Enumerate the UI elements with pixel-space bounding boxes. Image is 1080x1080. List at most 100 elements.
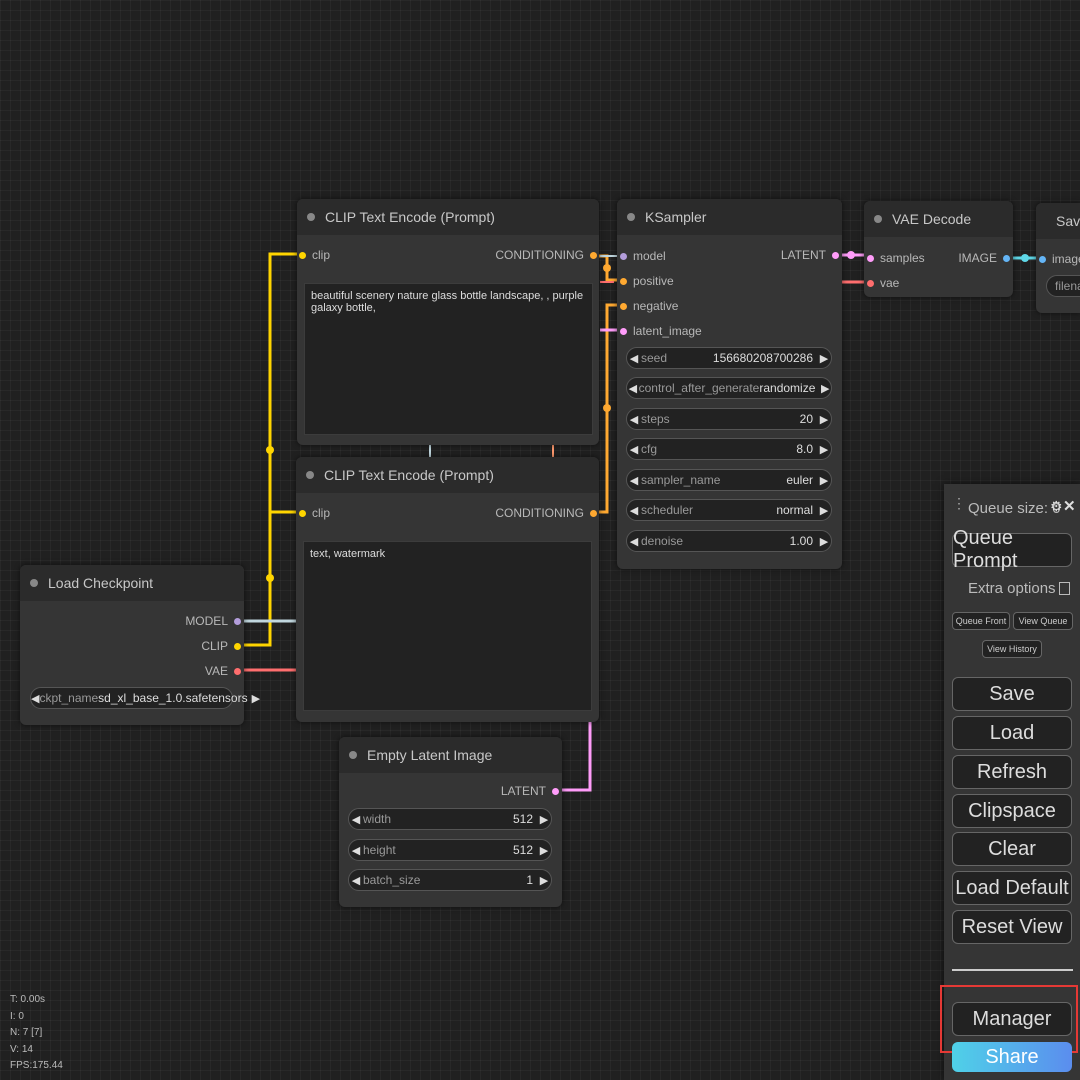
slot-dot[interactable]	[1003, 254, 1010, 262]
view-queue-button[interactable]: View Queue	[1013, 612, 1073, 630]
prompt-textarea[interactable]: text, watermark	[303, 541, 592, 711]
slot-dot[interactable]	[299, 509, 306, 517]
clear-button[interactable]: Clear	[952, 832, 1072, 866]
input-slot-model[interactable]: model	[620, 248, 666, 264]
slot-dot[interactable]	[234, 617, 241, 625]
output-slot-conditioning[interactable]: CONDITIONING	[495, 505, 597, 521]
decrement-arrow-icon[interactable]: ◀	[627, 504, 641, 517]
decrement-arrow-icon[interactable]: ◀	[349, 813, 363, 826]
clip-text-encode-positive-node[interactable]: CLIP Text Encode (Prompt) clip CONDITION…	[297, 199, 599, 445]
widget-height[interactable]: ◀ height 512 ▶	[348, 839, 552, 861]
increment-arrow-icon[interactable]: ▶	[819, 382, 831, 395]
vae-decode-node[interactable]: VAE Decode samples vae IMAGE	[864, 201, 1013, 297]
slot-dot[interactable]	[620, 327, 627, 335]
widget-ckpt-name[interactable]: ◀ ckpt_name sd_xl_base_1.0.safetensors ▶	[30, 687, 260, 709]
reset-view-button[interactable]: Reset View	[952, 910, 1072, 944]
decrement-arrow-icon[interactable]: ◀	[349, 874, 363, 887]
increment-arrow-icon[interactable]: ▶	[817, 474, 831, 487]
input-slot-latent-image[interactable]: latent_image	[620, 323, 702, 339]
increment-arrow-icon[interactable]: ▶	[537, 874, 551, 887]
decrement-arrow-icon[interactable]: ◀	[627, 382, 639, 395]
node-title-bar[interactable]: KSampler	[617, 199, 842, 235]
output-slot-conditioning[interactable]: CONDITIONING	[495, 247, 597, 263]
slot-dot[interactable]	[620, 252, 627, 260]
collapse-dot-icon[interactable]	[306, 471, 314, 479]
input-slot-images[interactable]: images	[1039, 251, 1080, 267]
collapse-dot-icon[interactable]	[307, 213, 315, 221]
input-slot-clip[interactable]: clip	[299, 247, 330, 263]
output-slot-image[interactable]: IMAGE	[958, 250, 1010, 266]
decrement-arrow-icon[interactable]: ◀	[627, 474, 641, 487]
extra-options-checkbox[interactable]	[1058, 582, 1070, 595]
widget-width[interactable]: ◀ width 512 ▶	[348, 808, 552, 830]
slot-dot[interactable]	[590, 509, 597, 517]
ksampler-node[interactable]: KSampler model positive negative latent_…	[617, 199, 842, 569]
graph-canvas[interactable]: CLIP Text Encode (Prompt) clip CONDITION…	[0, 0, 1080, 1080]
close-icon[interactable]: ✕	[1063, 497, 1076, 515]
input-slot-vae[interactable]: vae	[867, 275, 899, 291]
slot-dot[interactable]	[1039, 255, 1046, 263]
refresh-button[interactable]: Refresh	[952, 755, 1072, 789]
widget-cfg[interactable]: ◀ cfg 8.0 ▶	[626, 438, 832, 460]
decrement-arrow-icon[interactable]: ◀	[31, 692, 39, 705]
output-slot-model[interactable]: MODEL	[185, 613, 241, 629]
decrement-arrow-icon[interactable]: ◀	[627, 413, 641, 426]
node-title-bar[interactable]: CLIP Text Encode (Prompt)	[297, 199, 599, 235]
widget-denoise[interactable]: ◀ denoise 1.00 ▶	[626, 530, 832, 552]
increment-arrow-icon[interactable]: ▶	[252, 692, 260, 705]
empty-latent-image-node[interactable]: Empty Latent Image LATENT ◀ width 512 ▶ …	[339, 737, 562, 907]
output-slot-vae[interactable]: VAE	[205, 663, 241, 679]
node-title-bar[interactable]: Load Checkpoint	[20, 565, 244, 601]
collapse-dot-icon[interactable]	[627, 213, 635, 221]
input-slot-negative[interactable]: negative	[620, 298, 678, 314]
slot-dot[interactable]	[867, 254, 874, 262]
input-slot-positive[interactable]: positive	[620, 273, 674, 289]
widget-steps[interactable]: ◀ steps 20 ▶	[626, 408, 832, 430]
manager-button[interactable]: Manager	[952, 1002, 1072, 1036]
widget-filename-prefix[interactable]: filenar	[1046, 275, 1080, 297]
collapse-dot-icon[interactable]	[30, 579, 38, 587]
prompt-textarea[interactable]: beautiful scenery nature glass bottle la…	[304, 283, 593, 435]
decrement-arrow-icon[interactable]: ◀	[627, 535, 641, 548]
decrement-arrow-icon[interactable]: ◀	[627, 443, 641, 456]
node-title-bar[interactable]: VAE Decode	[864, 201, 1013, 237]
slot-dot[interactable]	[620, 277, 627, 285]
slot-dot[interactable]	[234, 667, 241, 675]
save-button[interactable]: Save	[952, 677, 1072, 711]
save-image-node[interactable]: Save images filenar	[1036, 203, 1080, 313]
load-checkpoint-node[interactable]: Load Checkpoint MODEL CLIP VAE ◀ ckpt_na…	[20, 565, 260, 725]
increment-arrow-icon[interactable]: ▶	[537, 813, 551, 826]
drag-handle-icon[interactable]: ⋮	[952, 496, 966, 510]
increment-arrow-icon[interactable]: ▶	[817, 413, 831, 426]
share-button[interactable]: Share	[952, 1042, 1072, 1072]
increment-arrow-icon[interactable]: ▶	[817, 443, 831, 456]
widget-seed[interactable]: ◀ seed 156680208700286 ▶	[626, 347, 832, 369]
output-slot-latent[interactable]: LATENT	[781, 247, 839, 263]
slot-dot[interactable]	[867, 279, 874, 287]
slot-dot[interactable]	[234, 642, 241, 650]
collapse-dot-icon[interactable]	[349, 751, 357, 759]
node-title-bar[interactable]: CLIP Text Encode (Prompt)	[296, 457, 599, 493]
decrement-arrow-icon[interactable]: ◀	[349, 844, 363, 857]
output-slot-latent[interactable]: LATENT	[501, 783, 559, 799]
load-default-button[interactable]: Load Default	[952, 871, 1072, 905]
widget-sampler-name[interactable]: ◀ sampler_name euler ▶	[626, 469, 832, 491]
slot-dot[interactable]	[299, 251, 306, 259]
gear-icon[interactable]: ⚙	[1050, 498, 1063, 515]
slot-dot[interactable]	[832, 251, 839, 259]
extra-options-row[interactable]: Extra options	[968, 580, 1070, 597]
clipspace-button[interactable]: Clipspace	[952, 794, 1072, 828]
load-button[interactable]: Load	[952, 716, 1072, 750]
widget-scheduler[interactable]: ◀ scheduler normal ▶	[626, 499, 832, 521]
increment-arrow-icon[interactable]: ▶	[817, 504, 831, 517]
output-slot-clip[interactable]: CLIP	[201, 638, 241, 654]
slot-dot[interactable]	[590, 251, 597, 259]
slot-dot[interactable]	[552, 787, 559, 795]
view-history-button[interactable]: View History	[982, 640, 1042, 658]
node-title-bar[interactable]: Empty Latent Image	[339, 737, 562, 773]
increment-arrow-icon[interactable]: ▶	[817, 535, 831, 548]
decrement-arrow-icon[interactable]: ◀	[627, 352, 641, 365]
clip-text-encode-negative-node[interactable]: CLIP Text Encode (Prompt) clip CONDITION…	[296, 457, 599, 722]
increment-arrow-icon[interactable]: ▶	[817, 352, 831, 365]
slot-dot[interactable]	[620, 302, 627, 310]
